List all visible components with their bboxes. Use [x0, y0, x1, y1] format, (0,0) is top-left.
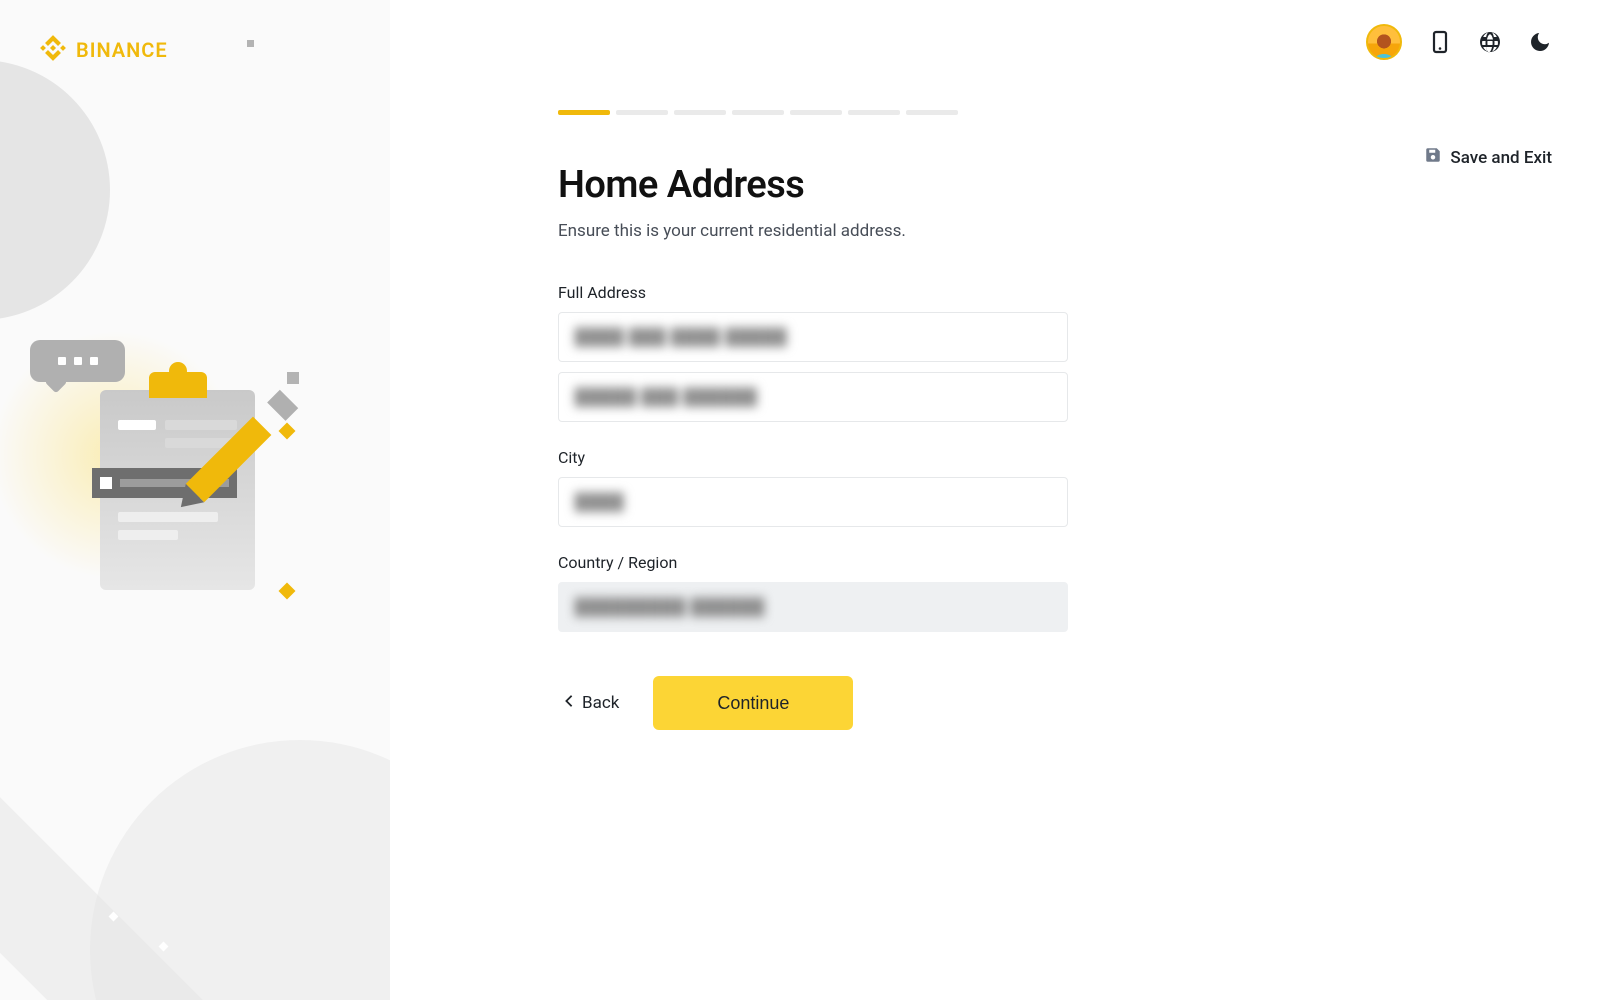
avatar[interactable]	[1366, 24, 1402, 60]
speech-bubble-icon	[30, 340, 125, 382]
moon-icon[interactable]	[1528, 30, 1552, 54]
progress-steps	[558, 110, 1068, 115]
progress-step	[848, 110, 900, 115]
progress-step	[732, 110, 784, 115]
back-label: Back	[582, 693, 619, 713]
progress-step	[674, 110, 726, 115]
binance-logo-icon	[40, 35, 66, 65]
continue-button[interactable]: Continue	[653, 676, 853, 730]
save-and-exit-button[interactable]: Save and Exit	[1424, 146, 1552, 169]
sidebar: BINANCE	[0, 0, 390, 1000]
brand-logo[interactable]: BINANCE	[40, 35, 168, 65]
topbar	[1366, 24, 1552, 60]
city-label: City	[558, 448, 1068, 467]
mobile-icon[interactable]	[1428, 30, 1452, 54]
address-line1-input[interactable]: ████ ███ ████ █████	[558, 312, 1068, 362]
progress-step	[616, 110, 668, 115]
chevron-left-icon	[564, 693, 574, 713]
address-line2-input[interactable]: █████ ███ ██████	[558, 372, 1068, 422]
country-label: Country / Region	[558, 553, 1068, 572]
progress-step	[906, 110, 958, 115]
clipboard-icon	[100, 390, 255, 590]
globe-icon[interactable]	[1478, 30, 1502, 54]
main-content: Save and Exit Home Address Ensure this i…	[390, 0, 1600, 1000]
save-and-exit-label: Save and Exit	[1450, 148, 1552, 168]
kyc-illustration	[30, 340, 330, 640]
brand-name: BINANCE	[76, 38, 168, 62]
decor-circle	[0, 60, 110, 320]
full-address-label: Full Address	[558, 283, 1068, 302]
city-input[interactable]: ████	[558, 477, 1068, 527]
page-title: Home Address	[558, 163, 1068, 207]
save-icon	[1424, 146, 1442, 169]
country-input: █████████ ██████	[558, 582, 1068, 632]
progress-step	[558, 110, 610, 115]
page-subtitle: Ensure this is your current residential …	[558, 221, 1068, 241]
progress-step	[790, 110, 842, 115]
decor-square	[247, 40, 254, 47]
back-button[interactable]: Back	[558, 683, 625, 723]
